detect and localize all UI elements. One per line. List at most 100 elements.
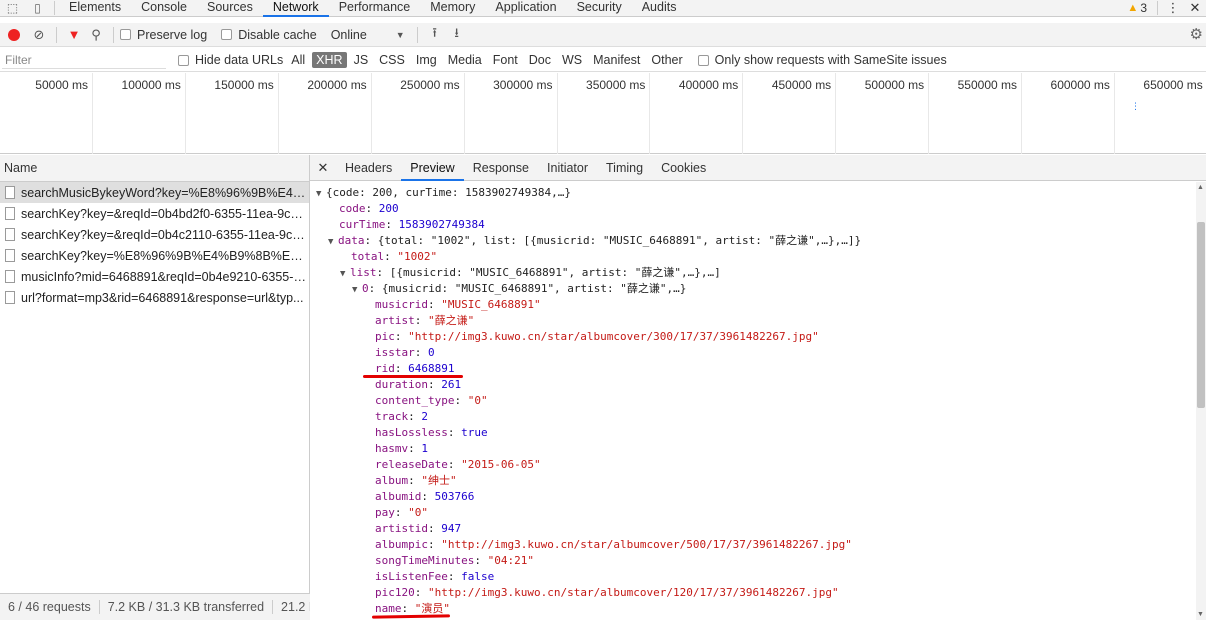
request-row[interactable]: musicInfo?mid=6468891&reqId=0b4e9210-635… xyxy=(0,266,309,287)
type-filter-css[interactable]: CSS xyxy=(375,52,409,68)
json-key: pay xyxy=(375,506,395,519)
disable-cache-checkbox[interactable]: Disable cache xyxy=(221,28,317,42)
timeline-gridline xyxy=(742,73,744,154)
type-filter-all[interactable]: All xyxy=(287,52,309,68)
tab-application[interactable]: Application xyxy=(485,0,566,17)
record-button[interactable] xyxy=(8,28,20,41)
detail-tab-cookies[interactable]: Cookies xyxy=(652,155,715,181)
json-key: total xyxy=(351,250,385,263)
tab-security[interactable]: Security xyxy=(567,0,632,17)
json-tree-node: artistid: 947 xyxy=(375,522,462,535)
throttling-select[interactable]: Online ▼ xyxy=(331,28,405,42)
name-column-header[interactable]: Name xyxy=(0,155,309,182)
tab-performance[interactable]: Performance xyxy=(329,0,421,17)
request-row[interactable]: searchKey?key=%E8%96%9B%E4%B9%8B%E8%B0..… xyxy=(0,245,309,266)
filter-input[interactable] xyxy=(2,51,166,69)
type-filter-img[interactable]: Img xyxy=(412,52,441,68)
type-filter-xhr[interactable]: XHR xyxy=(312,52,347,68)
checkbox-box[interactable] xyxy=(120,29,131,40)
checkbox-box[interactable] xyxy=(178,54,189,66)
expand-toggle-icon[interactable]: ▼ xyxy=(340,266,350,282)
tab-console[interactable]: Console xyxy=(131,0,197,17)
json-tree-node: songTimeMinutes: "04:21" xyxy=(375,554,534,567)
json-tree-node[interactable]: ▼ list: [{musicrid: "MUSIC_6468891", arti… xyxy=(310,265,1196,281)
json-key: isstar xyxy=(375,346,415,359)
checkbox-box[interactable] xyxy=(221,29,233,40)
close-detail-icon[interactable]: ✕ xyxy=(310,160,336,176)
warnings-badge[interactable]: ▲ 3 xyxy=(1121,1,1153,15)
request-row[interactable]: url?format=mp3&rid=6468891&response=url&… xyxy=(0,287,309,308)
json-key: 0 xyxy=(362,282,369,295)
json-tree-node: pic120: "http://img3.kuwo.cn/star/albumc… xyxy=(375,586,839,599)
json-tree-node[interactable]: ▼ 0: {musicrid: "MUSIC_6468891", artist: … xyxy=(310,281,1196,297)
json-value: 1 xyxy=(421,442,428,455)
tab-audits[interactable]: Audits xyxy=(632,0,687,17)
hide-data-urls-checkbox[interactable]: Hide data URLs xyxy=(178,53,283,67)
device-toolbar-icon[interactable]: ▯ xyxy=(25,0,50,17)
detail-tab-headers[interactable]: Headers xyxy=(336,155,401,181)
request-list: searchMusicBykeyWord?key=%E8%96%9B%E4%B9… xyxy=(0,182,309,308)
detail-tab-response[interactable]: Response xyxy=(464,155,538,181)
detail-tab-initiator[interactable]: Initiator xyxy=(538,155,597,181)
filter-bar: Hide data URLs AllXHRJSCSSImgMediaFontDo… xyxy=(0,49,1206,72)
json-tree-node[interactable]: ▼ data: {total: "1002", list: [{musicrid:… xyxy=(310,233,1196,249)
json-key: name xyxy=(375,602,402,615)
timeline-gridline xyxy=(649,73,651,154)
request-list-panel: Name searchMusicBykeyWord?key=%E8%96%9B%… xyxy=(0,155,310,620)
tab-network[interactable]: Network xyxy=(262,0,329,17)
preview-scrollbar[interactable]: ▲ ▼ xyxy=(1196,182,1206,620)
settings-gear-icon[interactable]: ⚙ xyxy=(1190,25,1203,43)
json-value: "1002" xyxy=(397,250,438,263)
export-har-icon[interactable]: ⭳ xyxy=(446,24,468,46)
scroll-thumb[interactable] xyxy=(1197,222,1205,408)
import-har-icon[interactable]: ⭱ xyxy=(424,24,446,46)
timeline-tick-label: 650000 ms xyxy=(1143,78,1203,92)
samesite-checkbox[interactable]: Only show requests with SameSite issues xyxy=(697,53,947,67)
request-row[interactable]: searchMusicBykeyWord?key=%E8%96%9B%E4%B9… xyxy=(0,182,309,203)
scroll-up-icon[interactable]: ▲ xyxy=(1197,184,1204,191)
type-filter-js[interactable]: JS xyxy=(350,52,373,68)
detail-tab-timing[interactable]: Timing xyxy=(597,155,652,181)
json-tree-node[interactable]: ▼ {code: 200, curTime: 1583902749384,…} xyxy=(310,185,1196,201)
json-key: musicrid xyxy=(375,298,428,311)
timeline-gridline xyxy=(463,73,465,154)
search-icon[interactable]: ⚲ xyxy=(85,27,107,43)
detail-tab-preview[interactable]: Preview xyxy=(401,155,464,181)
more-options-icon[interactable]: ⋮ xyxy=(1162,0,1184,16)
close-devtools-icon[interactable]: ✕ xyxy=(1184,0,1206,16)
request-row[interactable]: searchKey?key=&reqId=0b4bd2f0-6355-11ea-… xyxy=(0,203,309,224)
json-key: data xyxy=(338,234,365,247)
request-row[interactable]: searchKey?key=&reqId=0b4c2110-6355-11ea-… xyxy=(0,224,309,245)
type-filter-font[interactable]: Font xyxy=(489,52,522,68)
timeline-gridline xyxy=(370,73,372,154)
filter-icon[interactable]: ▼ xyxy=(63,27,85,42)
type-filter-manifest[interactable]: Manifest xyxy=(589,52,644,68)
warning-icon: ▲ xyxy=(1127,2,1139,14)
type-filter-other[interactable]: Other xyxy=(647,52,686,68)
tab-sources[interactable]: Sources xyxy=(197,0,263,17)
json-value: "绅士" xyxy=(421,474,457,487)
json-value: "http://img3.kuwo.cn/star/albumcover/500… xyxy=(441,538,852,551)
json-tree-node: content_type: "0" xyxy=(375,394,488,407)
clear-icon[interactable]: ⊘ xyxy=(28,27,50,43)
scroll-down-icon[interactable]: ▼ xyxy=(1197,611,1204,618)
expand-toggle-icon[interactable]: ▼ xyxy=(328,234,338,250)
type-filter-ws[interactable]: WS xyxy=(558,52,586,68)
type-filter-doc[interactable]: Doc xyxy=(525,52,555,68)
type-filter-media[interactable]: Media xyxy=(444,52,486,68)
timeline-gridline xyxy=(928,73,930,154)
json-key: duration xyxy=(375,378,428,391)
checkbox-box[interactable] xyxy=(697,54,709,66)
expand-toggle-icon[interactable]: ▼ xyxy=(316,186,326,202)
json-key: rid xyxy=(375,362,395,375)
tab-memory[interactable]: Memory xyxy=(420,0,485,17)
timeline-overview[interactable]: 50000 ms 100000 ms 150000 ms 200000 ms 25000… xyxy=(0,73,1206,205)
json-value: false xyxy=(461,570,495,583)
inspect-element-icon[interactable]: ⬚ xyxy=(0,0,25,17)
tab-elements[interactable]: Elements xyxy=(59,0,131,17)
timeline-tick-label: 100000 ms xyxy=(121,78,181,92)
json-tree-node: track: 2 xyxy=(375,410,428,423)
preserve-log-checkbox[interactable]: Preserve log xyxy=(120,28,207,42)
expand-toggle-icon[interactable]: ▼ xyxy=(352,282,362,298)
timeline-tick-label: 150000 ms xyxy=(214,78,274,92)
